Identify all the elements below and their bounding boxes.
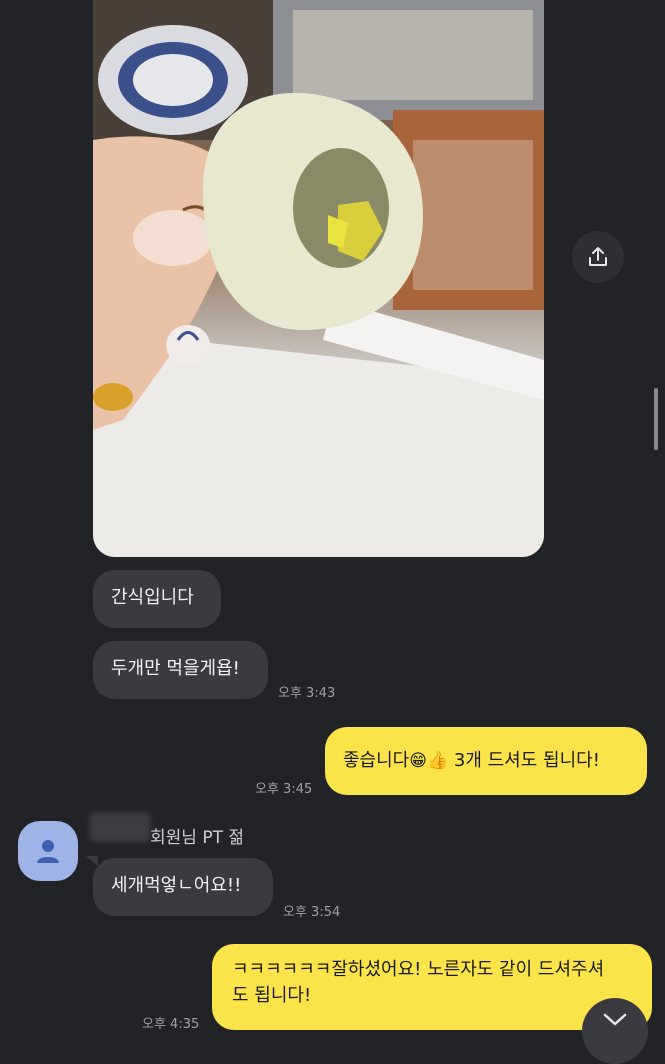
message-text: 도 됩니다! [232, 985, 312, 1006]
scrollbar[interactable] [654, 388, 658, 450]
sender-name: 회원님 PT 젊 [150, 828, 245, 848]
incoming-message[interactable]: 두개만 먹을게욥! [93, 641, 268, 699]
timestamp: 오후 4:35 [142, 1017, 200, 1032]
timestamp: 오후 3:54 [283, 905, 341, 920]
avatar[interactable] [18, 821, 78, 881]
message-text: ㅋㅋㅋㅋㅋㅋ잘하셨어요! 노른자도 같이 드셔주셔 [232, 959, 605, 980]
message-text: 좋습니다 [343, 750, 410, 771]
outgoing-message[interactable]: 좋습니다😁👍 3개 드셔도 됩니다! [325, 727, 647, 795]
bubble-tail [86, 856, 98, 866]
person-icon [37, 840, 59, 863]
chevron-down-icon [603, 1013, 627, 1026]
incoming-message[interactable]: 간식입니다 [93, 570, 221, 628]
message-text: 세개먹엏ㄴ어요!! [111, 875, 242, 896]
message-text: 3개 드셔도 됩니다! [448, 750, 600, 771]
redacted-name [90, 812, 150, 842]
photo-message[interactable] [93, 0, 544, 557]
egg-photo [93, 0, 544, 557]
thumbs-up-emoji-icon: 👍 [426, 751, 449, 771]
message-text: 간식입니다 [111, 587, 194, 608]
incoming-message[interactable]: 세개먹엏ㄴ어요!! [93, 858, 273, 916]
share-button[interactable] [572, 231, 624, 283]
timestamp: 오후 3:43 [278, 686, 336, 701]
grin-emoji-icon: 😁 [409, 751, 427, 771]
scroll-down-button[interactable] [582, 998, 648, 1064]
timestamp: 오후 3:45 [255, 782, 313, 797]
message-text: 두개만 먹을게욥! [111, 658, 240, 679]
share-icon [589, 247, 607, 266]
